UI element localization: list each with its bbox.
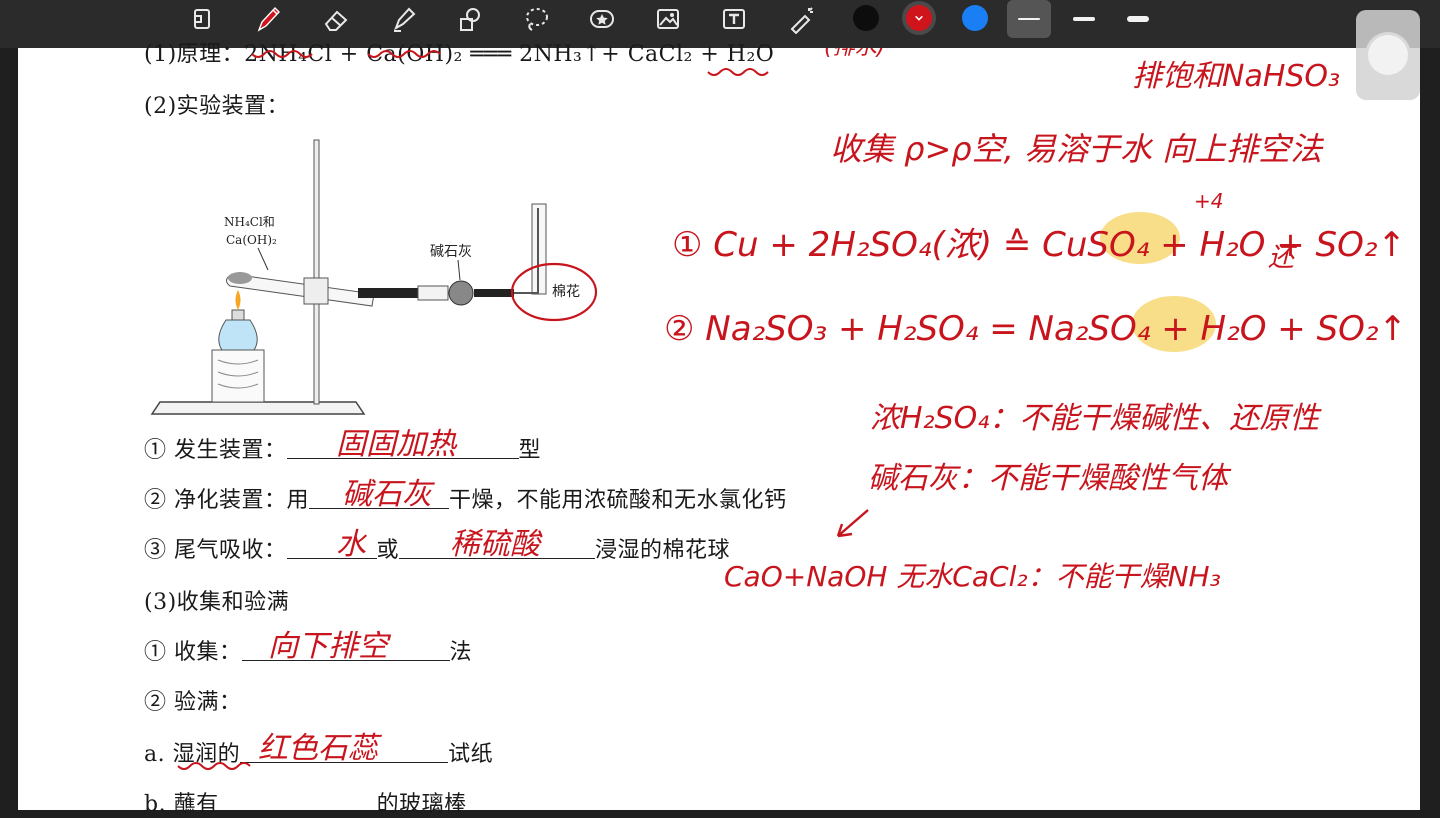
- color-swatch-red[interactable]: [906, 5, 932, 31]
- sticker-icon[interactable]: [580, 0, 624, 38]
- hand-eq2: ② Na₂SO₃ + H₂SO₄ = Na₂SO₄ + H₂O + SO₂↑: [664, 309, 1407, 349]
- hand-ans-collect: 向下排空: [268, 629, 392, 664]
- shapes-icon[interactable]: [448, 0, 492, 38]
- hand-ans-paper: 红色石蕊: [258, 731, 382, 766]
- squiggle-wet: [177, 762, 251, 770]
- document-page[interactable]: (1)原理：2NH₄Cl + Ca(OH)₂ ═══ 2NH₃↑+ CaCl₂ …: [18, 42, 1420, 817]
- hand-ans-1: 固固加热: [336, 427, 458, 462]
- arrow-to-desiccant: [836, 509, 869, 538]
- chevron-down-icon: [915, 15, 923, 21]
- text-icon[interactable]: [712, 0, 756, 38]
- hand-top-right: 排饱和NaHSO₃: [1132, 59, 1340, 94]
- hand-top-note: (排水): [824, 48, 885, 60]
- color-swatch-black[interactable]: [853, 5, 879, 31]
- hand-eq1-sup: +4: [1194, 189, 1223, 213]
- handwriting-layer[interactable]: (排水) 排饱和NaHSO₃ 收集 ρ>ρ空, 易溶于水 向上排空法 +4 ① …: [18, 48, 1420, 810]
- hand-note-sodalime: 碱石灰：不能干燥酸性气体: [868, 461, 1232, 496]
- pen-icon[interactable]: [246, 0, 290, 38]
- hand-eq1: ① Cu + 2H₂SO₄(浓) ≙ CuSO₄ + H₂O + SO₂↑: [672, 225, 1406, 265]
- eraser-icon[interactable]: [314, 0, 358, 38]
- hand-ans-2: 碱石灰: [342, 477, 435, 512]
- highlighter-icon[interactable]: [382, 0, 426, 38]
- squiggle-nh4cl: [251, 50, 313, 58]
- stroke-thin[interactable]: [1007, 0, 1051, 38]
- squiggle-h2o: [707, 68, 769, 76]
- hand-note-cacl2: CaO+NaOH 无水CaCl₂：不能干燥NH₃: [724, 560, 1221, 593]
- lasso-icon[interactable]: [514, 0, 558, 38]
- hand-eq1-tail: 还: [1268, 243, 1298, 273]
- hand-ans-3a: 水: [336, 527, 368, 562]
- hand-ans-3b: 稀硫酸: [450, 527, 543, 562]
- hand-note-h2so4: 浓H₂SO₄：不能干燥碱性、还原性: [870, 401, 1322, 436]
- hand-collect-note: 收集 ρ>ρ空, 易溶于水 向上排空法: [830, 130, 1325, 168]
- laser-pointer-icon[interactable]: [780, 0, 824, 38]
- stroke-medium[interactable]: [1062, 0, 1106, 38]
- squiggle-caoh2: [367, 50, 441, 58]
- stroke-thick[interactable]: [1116, 0, 1160, 38]
- color-swatch-blue[interactable]: [962, 5, 988, 31]
- page-icon[interactable]: [180, 0, 224, 38]
- handle-knob[interactable]: [1368, 35, 1408, 75]
- floating-scroll-handle[interactable]: [1356, 10, 1420, 100]
- image-icon[interactable]: [646, 0, 690, 38]
